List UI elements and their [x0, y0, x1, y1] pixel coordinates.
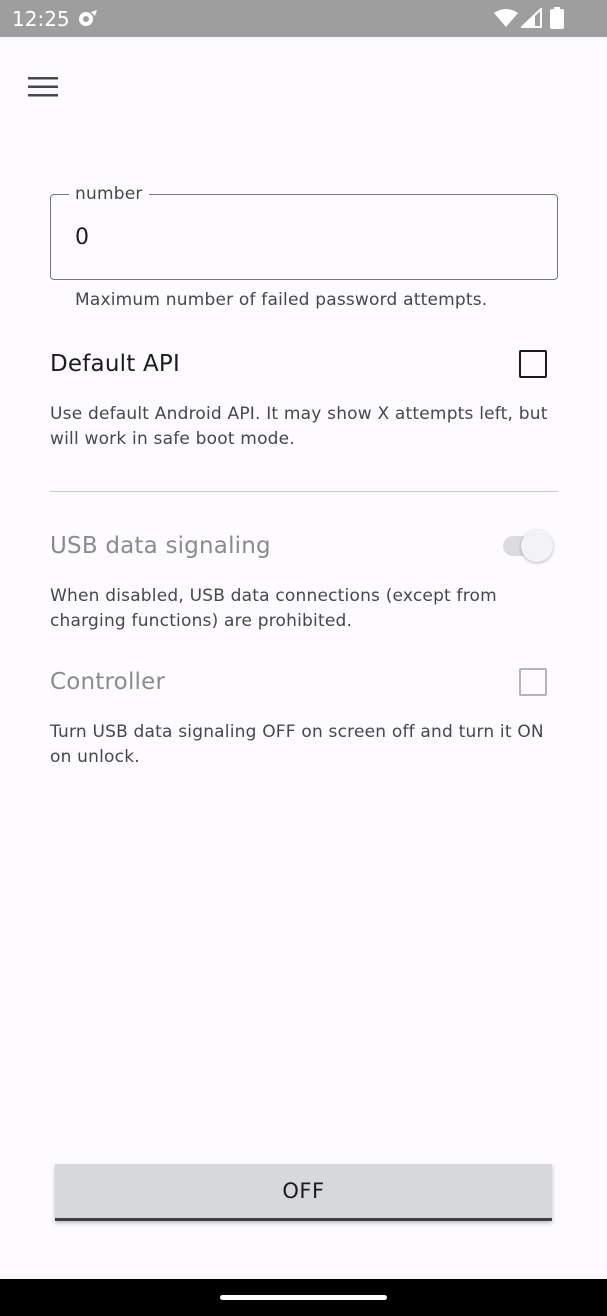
- usb-signaling-title: USB data signaling: [50, 533, 271, 559]
- number-input[interactable]: [75, 221, 535, 253]
- menu-icon: [28, 77, 58, 97]
- usb-signaling-switch-thumb: [521, 530, 553, 562]
- home-gesture-handle[interactable]: [220, 1295, 387, 1300]
- status-bar: 12:25: [0, 0, 607, 37]
- usb-signaling-switch[interactable]: [500, 528, 556, 564]
- battery-icon: [550, 7, 564, 29]
- controller-title: Controller: [50, 669, 166, 695]
- wifi-icon: [494, 9, 518, 27]
- status-time: 12:25: [12, 7, 70, 31]
- controller-description: Turn USB data signaling OFF on screen of…: [50, 722, 544, 767]
- off-button[interactable]: OFF: [55, 1164, 552, 1221]
- navigation-bar: [0, 1279, 607, 1316]
- menu-button[interactable]: [20, 66, 66, 108]
- controller-checkbox[interactable]: [519, 668, 547, 696]
- usb-signaling-description: When disabled, USB data connections (exc…: [50, 586, 497, 631]
- number-field[interactable]: number: [50, 184, 558, 280]
- divider: [50, 491, 558, 492]
- default-api-description: Use default Android API. It may show X a…: [50, 404, 548, 449]
- number-field-label: number: [69, 184, 149, 204]
- default-api-title: Default API: [50, 351, 180, 377]
- default-api-checkbox[interactable]: [519, 350, 547, 378]
- sync-icon: [79, 10, 97, 26]
- app-screen: 12:25 number Maximum number of failed p: [0, 0, 607, 1316]
- number-field-helper-text: Maximum number of failed password attemp…: [75, 290, 488, 310]
- cell-signal-icon: [521, 8, 542, 28]
